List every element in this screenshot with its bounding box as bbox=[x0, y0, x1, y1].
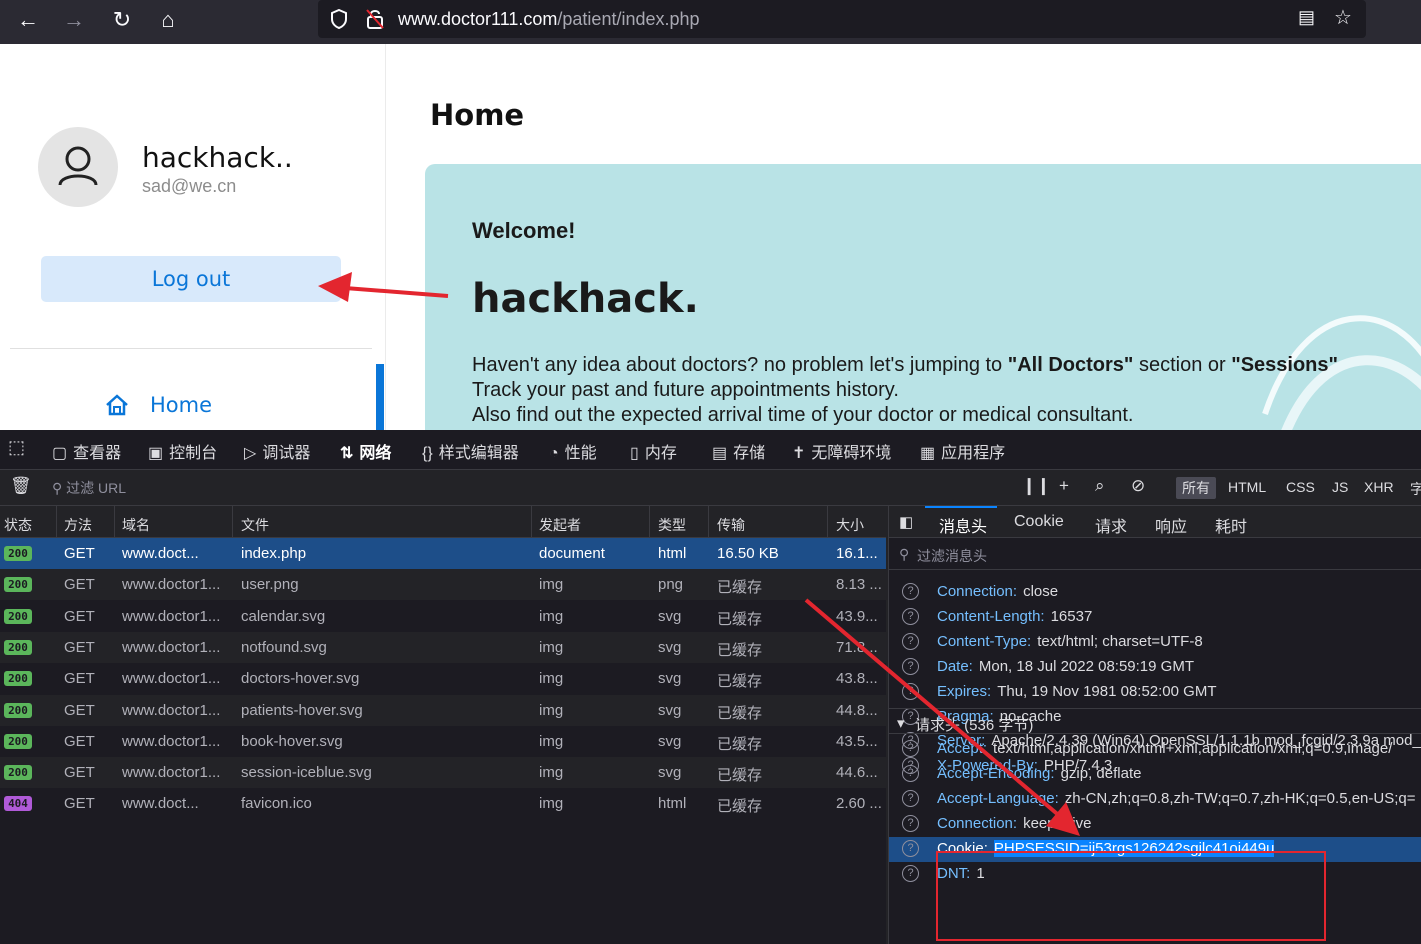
arrowhead-logout bbox=[318, 272, 352, 302]
arrow-to-cookie bbox=[804, 598, 1064, 820]
annotation-arrows bbox=[318, 272, 1080, 836]
arrow-to-logout bbox=[344, 286, 449, 298]
